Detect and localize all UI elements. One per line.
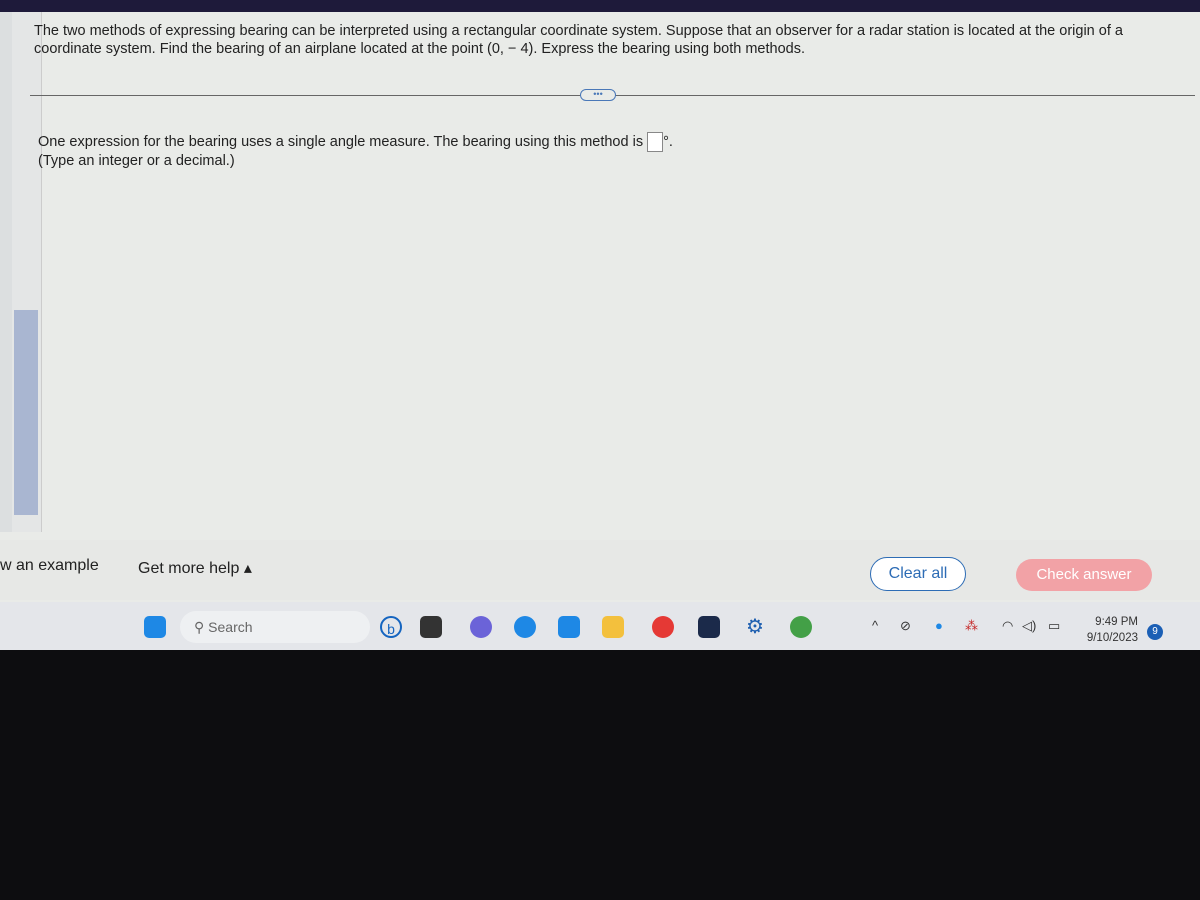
browser-top-bar [0, 0, 1200, 12]
chrome-profile-icon[interactable] [790, 616, 812, 638]
get-more-help-button[interactable]: Get more help ▴ [138, 558, 252, 578]
edge-icon[interactable] [514, 616, 536, 638]
chat-icon[interactable] [470, 616, 492, 638]
clock[interactable]: 9:49 PM 9/10/2023 [1076, 614, 1138, 646]
question-area: The two methods of expressing bearing ca… [30, 12, 1200, 532]
battery-icon[interactable]: ▭ [1048, 618, 1060, 634]
webex-icon[interactable] [698, 616, 720, 638]
search-icon: ⚲ [194, 619, 209, 635]
answer-part: One expression for the bearing uses a si… [38, 132, 673, 170]
left-panel-edge [0, 12, 12, 532]
date: 9/10/2023 [1086, 632, 1138, 644]
onedrive-icon[interactable]: ● [935, 618, 943, 633]
file-explorer-icon[interactable] [602, 616, 624, 638]
bearing-answer-input[interactable] [647, 132, 664, 152]
check-answer-button[interactable]: Check answer [1016, 559, 1152, 591]
expand-more-button[interactable]: ••• [580, 89, 616, 101]
task-view-icon[interactable] [420, 616, 442, 638]
search-label: Search [208, 619, 253, 635]
degree-symbol: °. [663, 133, 673, 150]
volume-icon[interactable]: ◁) [1022, 618, 1036, 634]
mail-icon[interactable] [558, 616, 580, 638]
hint-text: (Type an integer or a decimal.) [38, 153, 235, 169]
chevron-up-icon[interactable]: ^ [872, 618, 878, 633]
chrome-icon[interactable] [652, 616, 674, 638]
bing-icon[interactable]: b [380, 616, 402, 638]
time: 9:49 PM [1095, 616, 1138, 628]
view-example-link[interactable]: w an example [0, 557, 99, 575]
tray-grid-icon[interactable]: ⁂ [965, 618, 978, 634]
part-text: One expression for the bearing uses a si… [38, 133, 644, 150]
wifi-icon[interactable]: ◠ [1002, 618, 1013, 634]
notification-badge[interactable]: 9 [1147, 624, 1163, 640]
screen: The two methods of expressing bearing ca… [0, 0, 1200, 650]
settings-gear-icon[interactable]: ⚙ [744, 616, 766, 638]
taskbar-search[interactable]: ⚲ Search [180, 611, 370, 643]
tray-app-icon[interactable]: ⊘ [900, 618, 911, 634]
taskbar: ⚲ Search b ⚙ ^ ⊘ ● ⁂ ◠ ◁) ▭ 9:49 PM 9/10/… [0, 602, 1200, 650]
clear-all-button[interactable]: Clear all [870, 557, 966, 591]
footer: w an example Get more help ▴ Clear all C… [0, 540, 1200, 600]
question-text: The two methods of expressing bearing ca… [34, 23, 1123, 57]
windows-start-icon[interactable] [144, 616, 166, 638]
